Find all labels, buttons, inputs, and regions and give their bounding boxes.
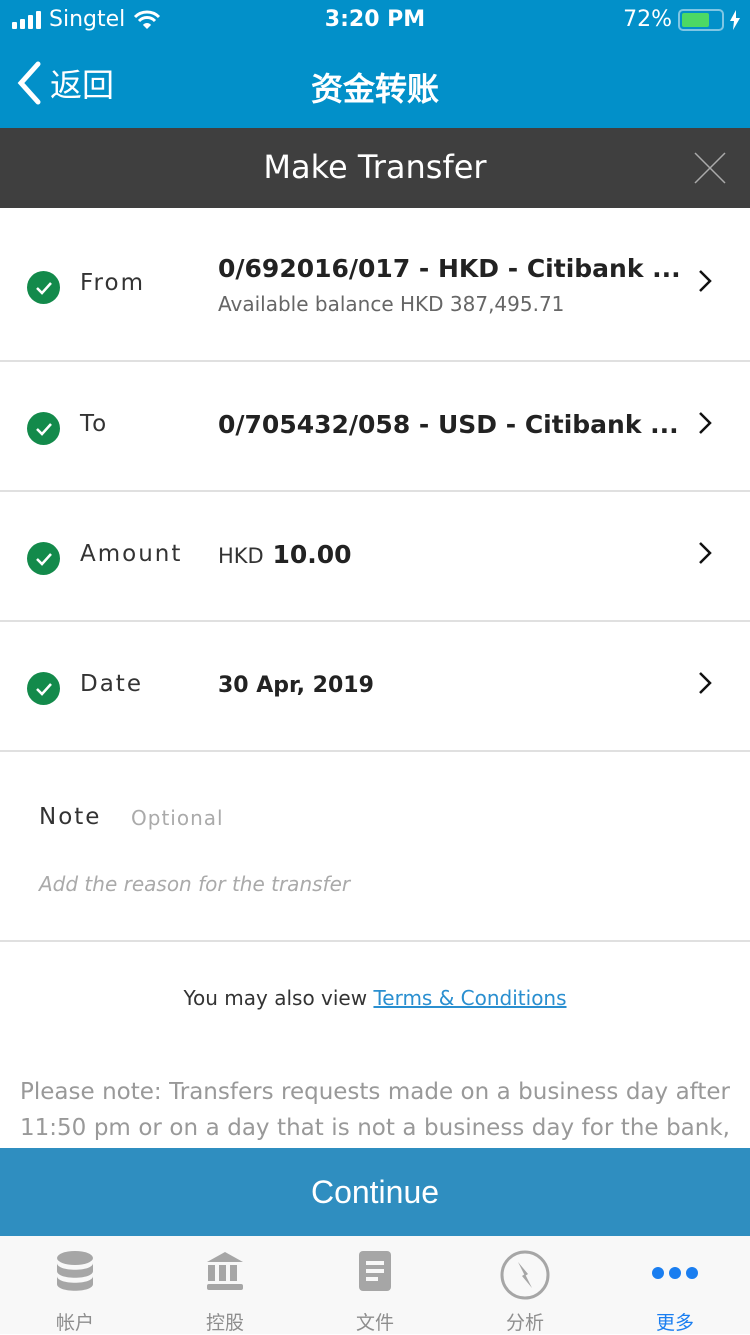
modal-header: Make Transfer	[0, 128, 750, 208]
tab-more[interactable]: 更多	[600, 1236, 750, 1334]
date-label: Date	[80, 671, 143, 697]
chevron-right-icon	[699, 270, 712, 292]
tab-label: 更多	[655, 1312, 694, 1334]
from-account-value: 0/692016/017 - HKD - Citibank ...	[218, 254, 681, 283]
continue-button[interactable]: Continue	[0, 1148, 750, 1236]
terms-prefix: You may also view	[183, 986, 374, 1010]
to-account-value: 0/705432/058 - USD - Citibank ...	[218, 410, 679, 439]
tab-accounts[interactable]: 帐户	[0, 1236, 150, 1334]
tab-bar: 帐户 控股 文件 分析 更多	[0, 1236, 750, 1334]
amount-label: Amount	[80, 541, 183, 567]
note-optional: Optional	[131, 806, 224, 830]
battery-percent: 72%	[623, 7, 672, 32]
bank-icon	[207, 1252, 243, 1290]
database-icon	[57, 1251, 93, 1291]
check-icon	[27, 672, 60, 705]
document-icon	[359, 1251, 391, 1291]
nav-bar: 返回 资金转账	[0, 40, 750, 128]
amount-value: HKD 10.00	[218, 540, 352, 569]
close-icon[interactable]	[694, 152, 726, 184]
please-note-text: Please note: Transfers requests made on …	[20, 1079, 730, 1141]
more-icon	[652, 1267, 698, 1279]
available-balance: Available balance HKD 387,495.71	[218, 292, 565, 316]
modal-title: Make Transfer	[263, 148, 487, 186]
chevron-right-icon	[699, 672, 712, 694]
to-account-row[interactable]: To 0/705432/058 - USD - Citibank ...	[0, 362, 750, 492]
from-label: From	[80, 270, 145, 296]
tab-label: 控股	[205, 1312, 244, 1334]
compass-icon	[500, 1250, 550, 1300]
check-icon	[27, 542, 60, 575]
page-title: 资金转账	[310, 70, 439, 108]
amount-number: 10.00	[272, 540, 352, 569]
amount-row[interactable]: Amount HKD 10.00	[0, 492, 750, 622]
status-bar: Singtel 3:20 PM 72%	[0, 0, 750, 40]
note-input[interactable]: Add the reason for the transfer	[39, 872, 719, 896]
chevron-right-icon	[699, 412, 712, 434]
check-icon	[27, 412, 60, 445]
amount-currency: HKD	[218, 544, 264, 568]
check-icon	[27, 271, 60, 304]
date-row[interactable]: Date 30 Apr, 2019	[0, 622, 750, 752]
battery: 72%	[623, 7, 740, 32]
terms-text: You may also view Terms & Conditions	[0, 986, 750, 1010]
to-label: To	[80, 411, 109, 437]
chevron-right-icon	[699, 542, 712, 564]
from-account-row[interactable]: From 0/692016/017 - HKD - Citibank ... A…	[0, 208, 750, 362]
tab-holdings[interactable]: 控股	[150, 1236, 300, 1334]
note-section: Note Optional Add the reason for the tra…	[0, 752, 750, 942]
tab-label: 帐户	[55, 1312, 94, 1334]
tab-label: 分析	[505, 1312, 544, 1334]
terms-link[interactable]: Terms & Conditions	[373, 986, 566, 1010]
charging-icon	[730, 9, 740, 30]
date-value: 30 Apr, 2019	[218, 673, 374, 698]
note-label: Note	[39, 804, 102, 830]
tab-analysis[interactable]: 分析	[450, 1236, 600, 1334]
battery-icon	[678, 8, 724, 31]
tab-documents[interactable]: 文件	[300, 1236, 450, 1334]
tab-label: 文件	[355, 1312, 394, 1334]
